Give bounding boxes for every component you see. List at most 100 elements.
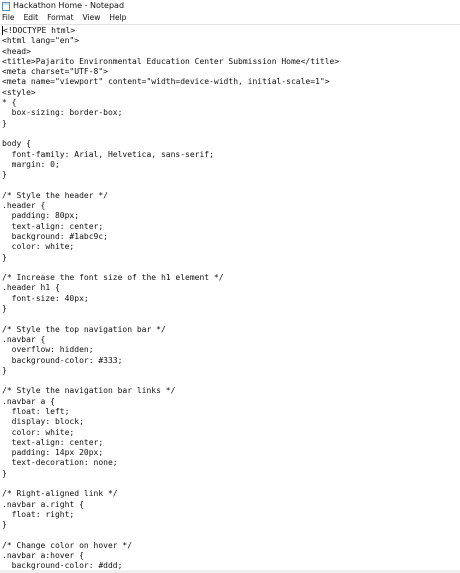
code-line-text: .navbar a { [2, 396, 55, 406]
code-line-text: .header h1 { [2, 283, 60, 293]
code-line: <!DOCTYPE html> [2, 26, 460, 36]
code-line: .navbar { [2, 335, 460, 345]
code-line: } [2, 520, 460, 530]
code-line-text: background: #1abc9c; [2, 231, 108, 241]
code-line-text: * { [2, 98, 17, 108]
code-line: display: block; [2, 417, 460, 427]
code-line-text: /* Change color on hover */ [2, 540, 133, 550]
code-line: font-family: Arial, Helvetica, sans-seri… [2, 150, 460, 160]
code-line: <head> [2, 47, 460, 57]
code-line-text: .header { [2, 201, 46, 211]
code-line: padding: 14px 20px; [2, 448, 460, 458]
code-line: <title>Pajarito Environmental Education … [2, 57, 460, 67]
notepad-icon [2, 1, 10, 11]
code-line: .header { [2, 201, 460, 211]
code-line-text: overflow: hidden; [2, 345, 94, 355]
code-line: } [2, 469, 460, 479]
code-line-text: text-decoration: none; [2, 458, 118, 468]
code-line: <html lang="en"> [2, 36, 460, 46]
code-line: * { [2, 98, 460, 108]
code-line: .navbar a.right { [2, 500, 460, 510]
code-line: body { [2, 139, 460, 149]
code-line-text: } [2, 252, 7, 262]
code-line: } [2, 170, 460, 180]
code-line-text: } [2, 170, 7, 180]
code-line-text: /* Style the top navigation bar */ [2, 324, 166, 334]
code-line-text: <head> [2, 46, 31, 56]
code-line-text: <!DOCTYPE html> [3, 26, 76, 35]
code-line-text: font-size: 40px; [2, 293, 89, 303]
code-line: background-color: #333; [2, 356, 460, 366]
code-line: <meta charset="UTF-8"> [2, 67, 460, 77]
code-line-text: <style> [2, 87, 36, 97]
code-line: /* Increase the font size of the h1 elem… [2, 273, 460, 283]
code-line-text: body { [2, 139, 31, 149]
text-editor-area[interactable]: <!DOCTYPE html> <html lang="en"> <head> <ti… [0, 24, 460, 573]
code-line-text: <title>Pajarito Environmental Education … [2, 56, 340, 66]
menu-format[interactable]: Format [47, 12, 73, 24]
code-line-text: box-sizing: border-box; [2, 108, 123, 118]
code-line-text: .navbar { [2, 334, 46, 344]
code-line: text-decoration: none; [2, 458, 460, 468]
code-line: color: white; [2, 428, 460, 438]
notepad-window: Hackathon Home - Notepad File Edit Forma… [0, 0, 460, 573]
menu-bar: File Edit Format View Help [0, 12, 460, 24]
code-line-text: } [2, 520, 7, 530]
code-line: } [2, 366, 460, 376]
code-line-text: <html lang="en"> [2, 36, 80, 46]
window-title: Hackathon Home - Notepad [13, 1, 125, 10]
code-line-text: .navbar a.right { [2, 499, 84, 509]
code-line: color: white; [2, 242, 460, 252]
menu-view[interactable]: View [83, 12, 101, 24]
code-line: /* Style the navigation bar links */ [2, 386, 460, 396]
code-line: text-align: center; [2, 222, 460, 232]
code-line: box-sizing: border-box; [2, 108, 460, 118]
code-line-text: .navbar a:hover { [2, 551, 84, 561]
code-line-text: float: left; [2, 406, 70, 416]
code-text[interactable]: <!DOCTYPE html> <html lang="en"> <head> <ti… [0, 25, 460, 572]
code-line-text: } [2, 468, 7, 478]
code-line: background: #1abc9c; [2, 232, 460, 242]
code-line-text: } [2, 365, 7, 375]
code-line-text: float: right; [2, 509, 75, 519]
code-line-text: /* Increase the font size of the h1 elem… [2, 273, 224, 283]
code-line-text: padding: 80px; [2, 211, 80, 221]
code-line: /* Style the header */ [2, 191, 460, 201]
menu-help[interactable]: Help [109, 12, 126, 24]
menu-file[interactable]: File [2, 12, 15, 24]
code-line: /* Right-aligned link */ [2, 489, 460, 499]
code-line-text: background-color: #333; [2, 355, 123, 365]
code-line: <style> [2, 88, 460, 98]
code-line-text: <meta charset="UTF-8"> [2, 67, 108, 77]
code-line-text: text-align: center; [2, 437, 104, 447]
code-line: font-size: 40px; [2, 294, 460, 304]
code-line-text: color: white; [2, 427, 75, 437]
code-line: <meta name="viewport" content="width=dev… [2, 77, 460, 87]
code-line: text-align: center; [2, 438, 460, 448]
code-line-text: /* Right-aligned link */ [2, 489, 118, 499]
title-bar[interactable]: Hackathon Home - Notepad [0, 0, 460, 12]
code-line-text: margin: 0; [2, 159, 60, 169]
code-line: float: left; [2, 407, 460, 417]
code-line-text: /* Style the navigation bar links */ [2, 386, 176, 396]
code-line-text: <meta name="viewport" content="width=dev… [2, 77, 330, 87]
code-line: } [2, 304, 460, 314]
code-line: /* Style the top navigation bar */ [2, 325, 460, 335]
code-line: .header h1 { [2, 283, 460, 293]
code-line-text: color: white; [2, 242, 75, 252]
code-line-text: text-align: center; [2, 221, 104, 231]
code-line-text: font-family: Arial, Helvetica, sans-seri… [2, 149, 214, 159]
menu-edit[interactable]: Edit [24, 12, 39, 24]
code-line: } [2, 253, 460, 263]
code-line: .navbar a { [2, 397, 460, 407]
code-line-text: } [2, 118, 7, 128]
code-line: padding: 80px; [2, 211, 460, 221]
code-line: float: right; [2, 510, 460, 520]
